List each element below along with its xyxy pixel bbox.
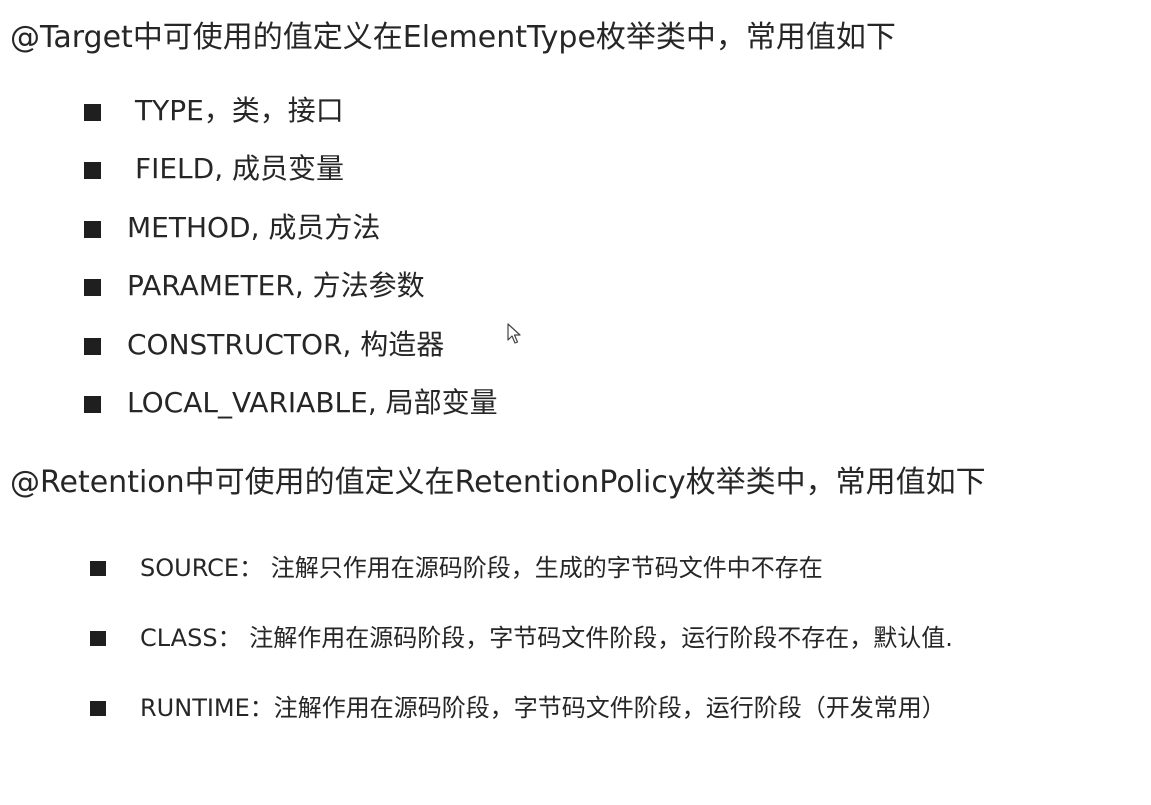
list-item-label: CONSTRUCTOR, 构造器 [127,328,445,361]
list-item-label: SOURCE： 注解只作用在源码阶段，生成的字节码文件中不存在 [140,554,823,582]
list-item-label: CLASS： 注解作用在源码阶段，字节码文件阶段，运行阶段不存在，默认值. [140,624,953,652]
square-bullet-icon [84,338,101,355]
square-bullet-icon [90,701,106,716]
square-bullet-icon [84,104,101,121]
square-bullet-icon [90,561,106,576]
list-item-label: LOCAL_VARIABLE, 局部变量 [127,386,498,419]
list-item-label: RUNTIME：注解作用在源码阶段，字节码文件阶段，运行阶段（开发常用） [140,694,946,722]
retention-heading: @Retention中可使用的值定义在RetentionPolicy枚举类中，常… [10,465,986,500]
target-heading: @Target中可使用的值定义在ElementType枚举类中，常用值如下 [10,20,896,55]
square-bullet-icon [84,396,101,413]
list-item-label: FIELD, 成员变量 [135,152,345,185]
list-item-label: METHOD, 成员方法 [127,211,381,244]
list-item-label: PARAMETER, 方法参数 [127,269,425,302]
square-bullet-icon [90,631,106,646]
square-bullet-icon [84,162,101,179]
square-bullet-icon [84,221,101,238]
square-bullet-icon [84,279,101,296]
mouse-pointer-icon [507,323,521,344]
list-item-label: TYPE，类，接口 [135,94,344,127]
